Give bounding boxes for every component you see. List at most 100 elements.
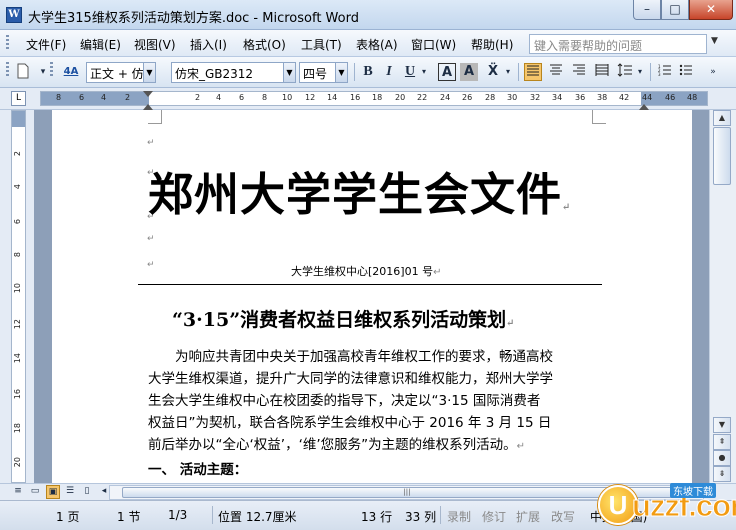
first-line-indent-marker[interactable] <box>143 91 153 97</box>
vertical-ruler[interactable]: 2 4 6 8 10 12 14 16 18 20 <box>11 110 26 483</box>
body-line-text: 前后举办以“全心‘权益’，‘维’您服务”为主题的维权系列活动。 <box>148 437 517 453</box>
underline-button[interactable]: U <box>401 63 419 81</box>
font-size-combo[interactable]: 四号 ▼ <box>299 62 348 83</box>
styles-formatting-icon[interactable]: 4A <box>62 63 80 81</box>
reading-layout-view-icon[interactable]: ▯ <box>80 485 94 499</box>
ruler-tick: 36 <box>575 93 586 102</box>
vertical-scrollbar[interactable]: ▲ ▼ ⇞ ● ⇟ <box>709 110 736 483</box>
heading-text: 郑州大学学生会文件 <box>148 168 563 221</box>
word-app-icon[interactable]: W <box>6 7 22 23</box>
chevron-down-icon[interactable]: ▼ <box>335 63 347 82</box>
line-spacing-icon[interactable] <box>616 63 634 81</box>
bold-button[interactable]: B <box>359 63 377 81</box>
menu-table[interactable]: 表格(A) <box>356 36 398 53</box>
menu-tools[interactable]: 工具(T) <box>301 36 342 53</box>
vruler-tick: 2 <box>13 151 22 157</box>
select-browse-object-icon[interactable]: ● <box>713 450 731 466</box>
scaling-dropdown-icon[interactable]: ▾ <box>502 63 514 81</box>
ruler-tick: 32 <box>530 93 541 102</box>
document-heading[interactable]: 郑州大学学生会文件↵ <box>148 158 571 223</box>
ruler-tick: 44 <box>642 93 653 102</box>
menu-view[interactable]: 视图(V) <box>134 36 176 53</box>
title-bar: W 大学生315维权系列活动策划方案.doc - Microsoft Word … <box>0 0 736 30</box>
style-combo[interactable]: 正文 + 仿宋 ▼ <box>86 62 156 83</box>
status-extend[interactable]: 扩展 <box>516 508 540 525</box>
menu-window[interactable]: 窗口(W) <box>411 36 456 53</box>
next-page-icon[interactable]: ⇟ <box>713 466 731 482</box>
menu-file[interactable]: 文件(F) <box>26 36 66 53</box>
status-record[interactable]: 录制 <box>447 508 471 525</box>
bullets-icon[interactable] <box>677 63 695 81</box>
paragraph-mark: ↵ <box>147 138 155 148</box>
section-heading[interactable]: 一、 活动主题： <box>148 458 247 478</box>
distributed-align-button[interactable] <box>593 63 611 81</box>
ruler-tick: 8 <box>262 93 268 102</box>
vertical-ruler-top-margin <box>12 111 25 127</box>
menu-edit[interactable]: 编辑(E) <box>80 36 121 53</box>
ruler-tick: 10 <box>282 93 293 102</box>
status-page: 1 页 <box>56 510 80 524</box>
paragraph-mark: ↵ <box>433 267 442 278</box>
ruler-tick: 24 <box>440 93 451 102</box>
chevron-down-icon[interactable]: ▼ <box>283 63 295 82</box>
crop-mark-top-right <box>592 110 606 124</box>
toolbar-separator <box>518 63 519 81</box>
vertical-scroll-thumb[interactable] <box>713 127 731 185</box>
scroll-up-icon[interactable]: ▲ <box>713 110 731 126</box>
character-border-button[interactable]: A <box>438 63 456 81</box>
menu-help[interactable]: 帮助(H) <box>471 36 513 53</box>
outline-view-icon[interactable]: ☰ <box>63 485 77 499</box>
menubar-grip[interactable] <box>6 35 9 51</box>
ruler-tick: 22 <box>417 93 428 102</box>
status-overtype[interactable]: 改写 <box>551 508 575 525</box>
horizontal-ruler[interactable]: 8 6 4 2 2 4 6 8 10 12 14 16 18 20 22 24 … <box>40 91 708 110</box>
close-button[interactable]: ✕ <box>689 0 733 20</box>
vruler-tick: 20 <box>13 457 22 468</box>
character-shading-button[interactable]: A <box>460 63 478 81</box>
body-line: 权益日”为契机，联合各院系学生会维权中心于 2016 年 3 月 15 日 <box>148 415 552 431</box>
underline-dropdown-icon[interactable]: ▾ <box>418 63 430 81</box>
document-title[interactable]: “3·15”消费者权益日维权系列活动策划↵ <box>172 305 515 332</box>
previous-page-icon[interactable]: ⇞ <box>713 434 731 450</box>
chevron-down-icon[interactable]: ▼ <box>143 63 155 82</box>
ruler-tick: 4 <box>216 93 222 102</box>
italic-button[interactable]: I <box>380 63 398 81</box>
font-size-value: 四号 <box>303 67 328 81</box>
align-center-button[interactable] <box>547 63 565 81</box>
print-layout-view-icon[interactable]: ▣ <box>46 485 60 499</box>
align-justify-button[interactable] <box>524 63 542 81</box>
document-area[interactable]: ↵ ↵ ↵ ↵ ↵ 郑州大学学生会文件↵ 大学生维权中心[2016]01 号↵ … <box>34 110 709 483</box>
menu-format[interactable]: 格式(O) <box>243 36 286 53</box>
web-layout-view-icon[interactable]: ▭ <box>28 485 42 499</box>
character-scaling-icon[interactable]: Ẍ <box>484 63 502 81</box>
help-search-input[interactable]: 键入需要帮助的问题 <box>529 34 707 54</box>
document-number[interactable]: 大学生维权中心[2016]01 号↵ <box>291 263 441 279</box>
ruler-ticks: 8 6 4 2 2 4 6 8 10 12 14 16 18 20 22 24 … <box>41 92 707 105</box>
align-right-button[interactable] <box>570 63 588 81</box>
minimize-button[interactable]: – <box>633 0 661 20</box>
toolbar-grip[interactable] <box>6 62 9 78</box>
font-combo[interactable]: 仿宋_GB2312 ▼ <box>171 62 296 83</box>
body-paragraph[interactable]: 为响应共青团中央关于加强高校青年维权工作的要求，畅通高校 大学生维权渠道，提升广… <box>148 346 594 458</box>
document-page[interactable]: ↵ ↵ ↵ ↵ ↵ 郑州大学学生会文件↵ 大学生维权中心[2016]01 号↵ … <box>52 110 692 483</box>
maximize-button[interactable]: □ <box>661 0 689 20</box>
help-dropdown-icon[interactable]: ▼ <box>711 36 718 46</box>
ruler-tick: 16 <box>350 93 361 102</box>
doc-number-text: 大学生维权中心[2016]01 号 <box>291 265 434 278</box>
normal-view-icon[interactable]: ≡ <box>11 485 25 499</box>
paragraph-mark: ↵ <box>147 260 155 270</box>
vruler-tick: 6 <box>13 219 22 225</box>
status-page-of: 1/3 <box>168 508 188 522</box>
toolbar-overflow-icon[interactable]: » <box>704 63 722 81</box>
new-document-icon[interactable] <box>14 63 32 81</box>
vertical-ruler-column: 2 4 6 8 10 12 14 16 18 20 <box>0 110 34 483</box>
scroll-down-icon[interactable]: ▼ <box>713 417 731 433</box>
tab-selector-button[interactable]: L <box>11 91 26 106</box>
ruler-tick: 2 <box>195 93 201 102</box>
numbering-icon[interactable]: 123 <box>656 63 674 81</box>
font-combo-value: 仿宋_GB2312 <box>175 67 254 81</box>
toolbar-grip-2[interactable] <box>50 62 53 78</box>
line-spacing-dropdown-icon[interactable]: ▾ <box>634 63 646 81</box>
status-track-changes[interactable]: 修订 <box>482 508 506 525</box>
menu-insert[interactable]: 插入(I) <box>190 36 227 53</box>
